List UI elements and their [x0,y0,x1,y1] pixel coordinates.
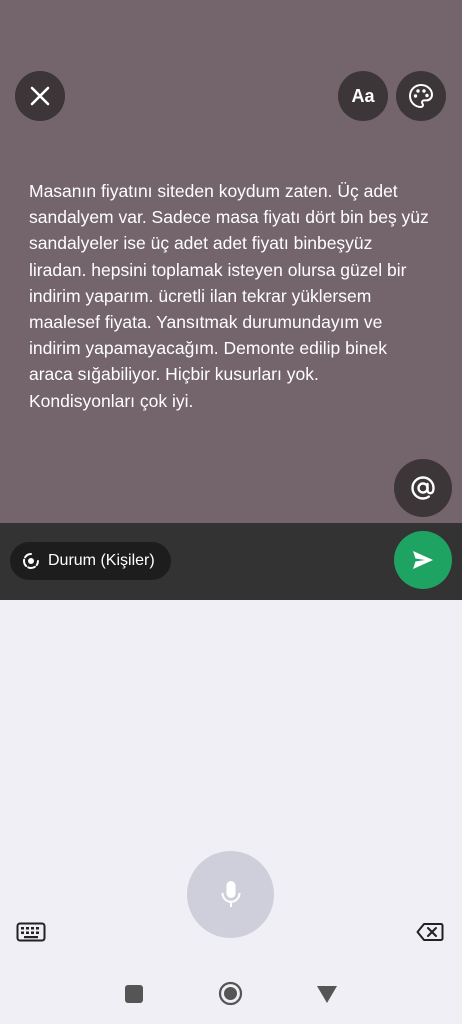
bottom-bar: Durum (Kişiler) [0,523,462,600]
system-navigation-bar [0,956,462,1024]
backspace-icon [416,923,444,941]
palette-icon [408,83,434,109]
backspace-button[interactable] [416,922,444,947]
status-canvas[interactable]: Aa Masanın fiyatını siteden koydum zaten… [0,0,462,523]
color-palette-button[interactable] [396,71,446,121]
font-style-button[interactable]: Aa [338,71,388,121]
send-button[interactable] [394,531,452,589]
audience-label: Durum (Kişiler) [48,552,155,569]
home-button[interactable] [218,981,243,1006]
status-ring-icon [22,552,40,570]
home-icon [218,981,243,1006]
mention-button[interactable] [394,459,452,517]
font-style-label: Aa [351,85,375,106]
back-icon [317,986,337,1003]
keyboard-icon [16,922,46,942]
status-text[interactable]: Masanın fiyatını siteden koydum zaten. Ü… [29,178,429,414]
send-icon [413,551,433,569]
back-button[interactable] [316,985,338,1009]
keyboard-switch-button[interactable] [16,922,46,947]
at-icon [411,476,435,500]
recent-apps-icon[interactable] [125,985,143,1003]
microphone-icon [221,880,240,907]
close-button[interactable] [15,71,65,121]
voice-keyboard [0,600,462,956]
microphone-button[interactable] [187,851,274,938]
audience-selector[interactable]: Durum (Kişiler) [10,542,171,580]
close-icon [30,86,50,106]
